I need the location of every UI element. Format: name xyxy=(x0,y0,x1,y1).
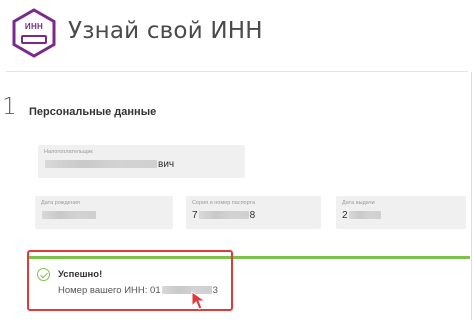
header-divider xyxy=(6,71,468,72)
fio-value: вич xyxy=(44,159,174,170)
inn-value-end: 3 xyxy=(212,285,218,296)
issue-date-field[interactable]: Дата выдачи 2 xyxy=(336,196,466,229)
inn-logo-icon: ИНН xyxy=(9,8,59,58)
redacted-blur xyxy=(45,160,157,169)
birth-date-value xyxy=(41,210,97,221)
section-title: Персональные данные xyxy=(29,106,157,118)
hexagon-shape xyxy=(12,8,56,58)
mouse-pointer-icon xyxy=(188,289,208,311)
logo-text: ИНН xyxy=(24,22,44,31)
birth-date-label: Дата рождения xyxy=(41,200,80,206)
inn-label: Номер вашего ИНН: xyxy=(58,285,148,296)
inn-value-start: 01 xyxy=(150,285,161,296)
fio-field[interactable]: Налогоплательщик вич xyxy=(38,145,245,178)
issue-date-value-start: 2 xyxy=(342,210,348,221)
passport-label: Серия и номер паспорта xyxy=(192,200,256,206)
success-title: Успешно! xyxy=(58,269,103,280)
check-circle-icon xyxy=(37,268,50,281)
right-divider xyxy=(471,72,472,320)
redacted-blur xyxy=(198,211,249,220)
redacted-blur xyxy=(348,211,381,220)
birth-date-field[interactable]: Дата рождения xyxy=(35,196,173,229)
passport-value: 78 xyxy=(192,210,255,221)
issue-date-label: Дата выдачи xyxy=(342,200,375,206)
fio-value-end: вич xyxy=(158,159,175,170)
passport-field[interactable]: Серия и номер паспорта 78 xyxy=(186,196,321,229)
fio-label: Налогоплательщик xyxy=(44,149,93,155)
issue-date-value: 2 xyxy=(342,210,382,221)
passport-value-end: 8 xyxy=(249,210,256,221)
pointer-shape xyxy=(191,291,207,310)
redacted-blur xyxy=(42,211,96,220)
step-number: 1 xyxy=(2,94,17,120)
passport-value-start: 7 xyxy=(192,210,198,221)
page-title: Узнай свой ИНН xyxy=(68,18,263,44)
